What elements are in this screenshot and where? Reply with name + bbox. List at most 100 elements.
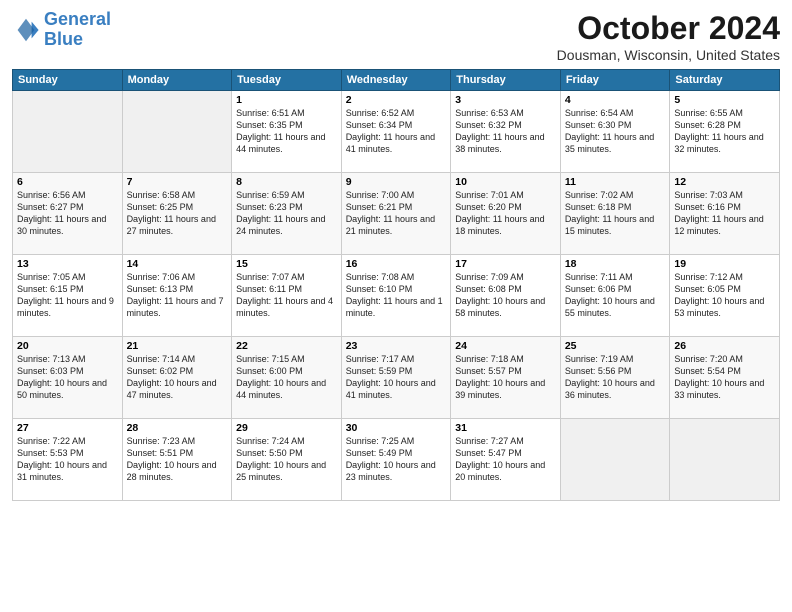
weekday-header: Monday	[122, 70, 232, 91]
weekday-header: Thursday	[451, 70, 561, 91]
day-info: Sunrise: 7:22 AM Sunset: 5:53 PM Dayligh…	[17, 435, 118, 484]
calendar-cell: 12Sunrise: 7:03 AM Sunset: 6:16 PM Dayli…	[670, 173, 780, 255]
day-info: Sunrise: 7:01 AM Sunset: 6:20 PM Dayligh…	[455, 189, 556, 238]
day-number: 20	[17, 340, 118, 352]
day-number: 29	[236, 422, 337, 434]
calendar-cell: 17Sunrise: 7:09 AM Sunset: 6:08 PM Dayli…	[451, 255, 561, 337]
day-number: 27	[17, 422, 118, 434]
day-number: 4	[565, 94, 666, 106]
day-number: 17	[455, 258, 556, 270]
calendar-cell: 29Sunrise: 7:24 AM Sunset: 5:50 PM Dayli…	[232, 419, 342, 501]
calendar-cell: 2Sunrise: 6:52 AM Sunset: 6:34 PM Daylig…	[341, 91, 451, 173]
day-number: 24	[455, 340, 556, 352]
day-info: Sunrise: 7:00 AM Sunset: 6:21 PM Dayligh…	[346, 189, 447, 238]
calendar-cell: 27Sunrise: 7:22 AM Sunset: 5:53 PM Dayli…	[13, 419, 123, 501]
day-info: Sunrise: 7:03 AM Sunset: 6:16 PM Dayligh…	[674, 189, 775, 238]
calendar-cell: 21Sunrise: 7:14 AM Sunset: 6:02 PM Dayli…	[122, 337, 232, 419]
logo-line2: Blue	[44, 29, 83, 49]
day-info: Sunrise: 7:07 AM Sunset: 6:11 PM Dayligh…	[236, 271, 337, 320]
calendar-cell: 30Sunrise: 7:25 AM Sunset: 5:49 PM Dayli…	[341, 419, 451, 501]
title-block: October 2024 Dousman, Wisconsin, United …	[557, 10, 780, 63]
calendar-cell: 3Sunrise: 6:53 AM Sunset: 6:32 PM Daylig…	[451, 91, 561, 173]
calendar-week-row: 27Sunrise: 7:22 AM Sunset: 5:53 PM Dayli…	[13, 419, 780, 501]
calendar-body: 1Sunrise: 6:51 AM Sunset: 6:35 PM Daylig…	[13, 91, 780, 501]
day-info: Sunrise: 6:54 AM Sunset: 6:30 PM Dayligh…	[565, 107, 666, 156]
calendar-cell: 11Sunrise: 7:02 AM Sunset: 6:18 PM Dayli…	[560, 173, 670, 255]
calendar-cell: 28Sunrise: 7:23 AM Sunset: 5:51 PM Dayli…	[122, 419, 232, 501]
day-number: 25	[565, 340, 666, 352]
calendar-cell	[13, 91, 123, 173]
day-info: Sunrise: 6:58 AM Sunset: 6:25 PM Dayligh…	[127, 189, 228, 238]
day-info: Sunrise: 7:27 AM Sunset: 5:47 PM Dayligh…	[455, 435, 556, 484]
day-number: 13	[17, 258, 118, 270]
calendar-cell: 8Sunrise: 6:59 AM Sunset: 6:23 PM Daylig…	[232, 173, 342, 255]
weekday-header: Saturday	[670, 70, 780, 91]
day-info: Sunrise: 7:08 AM Sunset: 6:10 PM Dayligh…	[346, 271, 447, 320]
calendar-cell: 22Sunrise: 7:15 AM Sunset: 6:00 PM Dayli…	[232, 337, 342, 419]
header: General Blue October 2024 Dousman, Wisco…	[12, 10, 780, 63]
day-number: 28	[127, 422, 228, 434]
day-info: Sunrise: 7:12 AM Sunset: 6:05 PM Dayligh…	[674, 271, 775, 320]
calendar-cell	[122, 91, 232, 173]
day-number: 7	[127, 176, 228, 188]
calendar-cell: 19Sunrise: 7:12 AM Sunset: 6:05 PM Dayli…	[670, 255, 780, 337]
day-info: Sunrise: 7:06 AM Sunset: 6:13 PM Dayligh…	[127, 271, 228, 320]
day-number: 30	[346, 422, 447, 434]
day-info: Sunrise: 6:52 AM Sunset: 6:34 PM Dayligh…	[346, 107, 447, 156]
calendar-cell: 14Sunrise: 7:06 AM Sunset: 6:13 PM Dayli…	[122, 255, 232, 337]
day-info: Sunrise: 7:18 AM Sunset: 5:57 PM Dayligh…	[455, 353, 556, 402]
logo-icon	[12, 16, 40, 44]
day-number: 3	[455, 94, 556, 106]
day-info: Sunrise: 7:20 AM Sunset: 5:54 PM Dayligh…	[674, 353, 775, 402]
calendar-week-row: 6Sunrise: 6:56 AM Sunset: 6:27 PM Daylig…	[13, 173, 780, 255]
day-number: 8	[236, 176, 337, 188]
day-number: 16	[346, 258, 447, 270]
day-number: 23	[346, 340, 447, 352]
weekday-header: Sunday	[13, 70, 123, 91]
logo-line1: General	[44, 9, 111, 29]
calendar-cell	[670, 419, 780, 501]
calendar-cell: 10Sunrise: 7:01 AM Sunset: 6:20 PM Dayli…	[451, 173, 561, 255]
day-number: 11	[565, 176, 666, 188]
day-info: Sunrise: 7:17 AM Sunset: 5:59 PM Dayligh…	[346, 353, 447, 402]
weekday-header: Tuesday	[232, 70, 342, 91]
calendar-cell: 24Sunrise: 7:18 AM Sunset: 5:57 PM Dayli…	[451, 337, 561, 419]
day-info: Sunrise: 7:24 AM Sunset: 5:50 PM Dayligh…	[236, 435, 337, 484]
day-number: 2	[346, 94, 447, 106]
weekday-header: Wednesday	[341, 70, 451, 91]
day-info: Sunrise: 7:25 AM Sunset: 5:49 PM Dayligh…	[346, 435, 447, 484]
day-number: 1	[236, 94, 337, 106]
day-number: 22	[236, 340, 337, 352]
day-info: Sunrise: 7:15 AM Sunset: 6:00 PM Dayligh…	[236, 353, 337, 402]
location-title: Dousman, Wisconsin, United States	[557, 47, 780, 63]
calendar-week-row: 20Sunrise: 7:13 AM Sunset: 6:03 PM Dayli…	[13, 337, 780, 419]
day-number: 31	[455, 422, 556, 434]
day-info: Sunrise: 7:14 AM Sunset: 6:02 PM Dayligh…	[127, 353, 228, 402]
calendar-table: SundayMondayTuesdayWednesdayThursdayFrid…	[12, 69, 780, 501]
day-number: 21	[127, 340, 228, 352]
day-info: Sunrise: 7:09 AM Sunset: 6:08 PM Dayligh…	[455, 271, 556, 320]
calendar-cell: 26Sunrise: 7:20 AM Sunset: 5:54 PM Dayli…	[670, 337, 780, 419]
day-number: 10	[455, 176, 556, 188]
day-info: Sunrise: 7:19 AM Sunset: 5:56 PM Dayligh…	[565, 353, 666, 402]
calendar-cell: 16Sunrise: 7:08 AM Sunset: 6:10 PM Dayli…	[341, 255, 451, 337]
calendar-week-row: 1Sunrise: 6:51 AM Sunset: 6:35 PM Daylig…	[13, 91, 780, 173]
day-number: 18	[565, 258, 666, 270]
day-info: Sunrise: 7:13 AM Sunset: 6:03 PM Dayligh…	[17, 353, 118, 402]
calendar-cell: 13Sunrise: 7:05 AM Sunset: 6:15 PM Dayli…	[13, 255, 123, 337]
calendar-cell: 7Sunrise: 6:58 AM Sunset: 6:25 PM Daylig…	[122, 173, 232, 255]
calendar-cell: 6Sunrise: 6:56 AM Sunset: 6:27 PM Daylig…	[13, 173, 123, 255]
day-number: 12	[674, 176, 775, 188]
calendar-cell: 9Sunrise: 7:00 AM Sunset: 6:21 PM Daylig…	[341, 173, 451, 255]
weekday-header-row: SundayMondayTuesdayWednesdayThursdayFrid…	[13, 70, 780, 91]
day-info: Sunrise: 6:59 AM Sunset: 6:23 PM Dayligh…	[236, 189, 337, 238]
calendar-cell: 18Sunrise: 7:11 AM Sunset: 6:06 PM Dayli…	[560, 255, 670, 337]
logo-text: General Blue	[44, 10, 111, 50]
day-info: Sunrise: 6:51 AM Sunset: 6:35 PM Dayligh…	[236, 107, 337, 156]
calendar-cell	[560, 419, 670, 501]
day-number: 15	[236, 258, 337, 270]
page: General Blue October 2024 Dousman, Wisco…	[0, 0, 792, 612]
weekday-header: Friday	[560, 70, 670, 91]
logo: General Blue	[12, 10, 111, 50]
calendar-cell: 20Sunrise: 7:13 AM Sunset: 6:03 PM Dayli…	[13, 337, 123, 419]
